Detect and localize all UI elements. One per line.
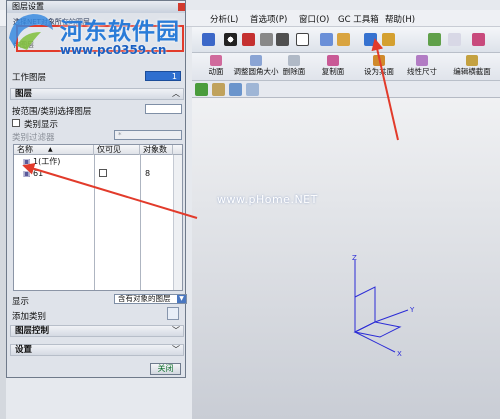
center-watermark: www.pHome.NET xyxy=(217,193,318,206)
object-count: 8 xyxy=(145,169,151,178)
sketch-icon[interactable] xyxy=(448,33,461,46)
column-name[interactable]: 名称 xyxy=(14,145,94,155)
class-filter-label: 类别过滤器 xyxy=(12,133,55,143)
delete-face-label: 删除面 xyxy=(282,67,306,76)
extrude-icon[interactable] xyxy=(472,33,485,46)
menu-help[interactable]: 帮助(H) xyxy=(385,13,415,25)
cube-icon[interactable] xyxy=(202,33,215,46)
layer-settings-icon[interactable] xyxy=(364,33,377,46)
add-class-button[interactable] xyxy=(167,307,179,320)
dialog-close-icon[interactable] xyxy=(178,3,185,11)
make-coplanar-icon xyxy=(373,55,385,66)
toolbar-row-selection xyxy=(192,81,500,98)
section-settings-header[interactable]: 设置 ﹀ xyxy=(10,344,184,356)
section-layer-control-header[interactable]: 图层控制 ﹀ xyxy=(10,325,184,337)
edit-section-icon xyxy=(466,55,478,66)
layer-name: 61 xyxy=(33,169,44,178)
watermark-url: www.pc0359.cn xyxy=(60,43,167,57)
coordinate-triad: Z Y X xyxy=(352,254,415,358)
section-layers-title: 图层 xyxy=(15,89,33,99)
section-layer-control-title: 图层控制 xyxy=(15,326,50,336)
chevron-up-icon: ︿ xyxy=(172,89,180,98)
move-face-label: 动面 xyxy=(208,67,224,76)
column-object-count[interactable]: 对象数 xyxy=(140,145,173,155)
select-by-range-label: 按范围/类别选择图层 xyxy=(12,107,92,117)
work-layer-input[interactable]: 1 xyxy=(145,71,181,81)
wireframe-icon[interactable] xyxy=(276,33,289,46)
axis-y-label: Y xyxy=(409,306,415,314)
visible-only-checkbox[interactable] xyxy=(99,169,107,177)
sort-asc-icon: ▲ xyxy=(48,146,53,153)
display-select-value: 含有对象的图层 xyxy=(118,294,171,303)
make-coplanar-button[interactable]: 设为共面 xyxy=(355,55,403,81)
menu-preferences[interactable]: 首选项(P) xyxy=(250,13,287,25)
watermark-logo xyxy=(9,14,53,50)
table-header: 名称 仅可见 对象数 xyxy=(14,145,182,155)
menu-gc-toolbox[interactable]: GC 工具箱 xyxy=(338,13,379,25)
add-class-label: 添加类别 xyxy=(12,312,47,322)
edit-section-button[interactable]: 编辑横截面 xyxy=(446,55,498,81)
copy-face-button[interactable]: 复制面 xyxy=(309,55,357,81)
linear-dimension-icon xyxy=(416,55,428,66)
table-row[interactable]: ▣ 1(工作) xyxy=(14,156,182,167)
resize-blend-icon xyxy=(250,55,262,66)
menu-window[interactable]: 窗口(O) xyxy=(299,13,329,25)
section-settings-title: 设置 xyxy=(15,345,33,355)
toolbar-row-standard xyxy=(192,27,500,53)
section-layers-header[interactable]: 图层 ︿ xyxy=(10,88,184,100)
copy-face-icon xyxy=(327,55,339,66)
column-visible-only[interactable]: 仅可见 xyxy=(94,145,140,155)
table-scrollbar[interactable] xyxy=(173,155,182,290)
chevron-down-icon: ﹀ xyxy=(172,326,180,335)
class-display-label: 类别显示 xyxy=(24,120,59,130)
layer-table: 名称 仅可见 对象数 ▲ ▣ 1(工作) ▣ 61 8 xyxy=(13,144,183,291)
edit-section-label: 编辑横截面 xyxy=(453,67,491,76)
menu-analysis[interactable]: 分析(L) xyxy=(210,13,238,25)
axis-z-label: Z xyxy=(352,254,357,262)
feature-icon[interactable] xyxy=(428,33,441,46)
watermark-title: 河东软件园 xyxy=(60,19,180,45)
layer-icon: ▣ xyxy=(23,157,31,166)
make-coplanar-label: 设为共面 xyxy=(364,67,394,76)
axis-x-label: X xyxy=(397,350,402,358)
delete-face-icon xyxy=(288,55,300,66)
layer-icon: ▣ xyxy=(23,169,31,178)
orient-icon[interactable] xyxy=(320,33,333,46)
table-row[interactable]: ▣ 61 8 xyxy=(14,168,182,179)
chevron-down-icon: ﹀ xyxy=(172,345,180,354)
render-icon[interactable] xyxy=(242,33,255,46)
rectangle-icon[interactable] xyxy=(296,33,309,46)
snap-icon[interactable] xyxy=(212,83,225,96)
work-layer-label: 工作图层 xyxy=(12,73,47,83)
class-filter-input[interactable]: * xyxy=(114,130,182,140)
close-button[interactable]: 关闭 xyxy=(150,363,181,375)
shade-icon[interactable] xyxy=(224,33,237,46)
linear-dimension-label: 线性尺寸 xyxy=(407,67,437,76)
view-icon[interactable] xyxy=(260,33,273,46)
move-layer-icon[interactable] xyxy=(382,33,395,46)
layer-name: 1(工作) xyxy=(33,157,61,166)
display-label: 显示 xyxy=(12,297,30,307)
select-by-range-input[interactable] xyxy=(145,104,182,114)
class-display-checkbox[interactable] xyxy=(12,119,20,127)
move-face-icon xyxy=(210,55,222,66)
linear-dimension-button[interactable]: 线性尺寸 xyxy=(398,55,446,81)
arrow-icon[interactable] xyxy=(337,33,350,46)
filter-icon[interactable] xyxy=(229,83,242,96)
display-select[interactable]: 含有对象的图层 ▼ xyxy=(114,294,187,304)
check-icon[interactable] xyxy=(195,83,208,96)
copy-face-label: 复制面 xyxy=(321,67,345,76)
chevron-down-icon: ▼ xyxy=(177,295,186,303)
select-icon[interactable] xyxy=(246,83,259,96)
